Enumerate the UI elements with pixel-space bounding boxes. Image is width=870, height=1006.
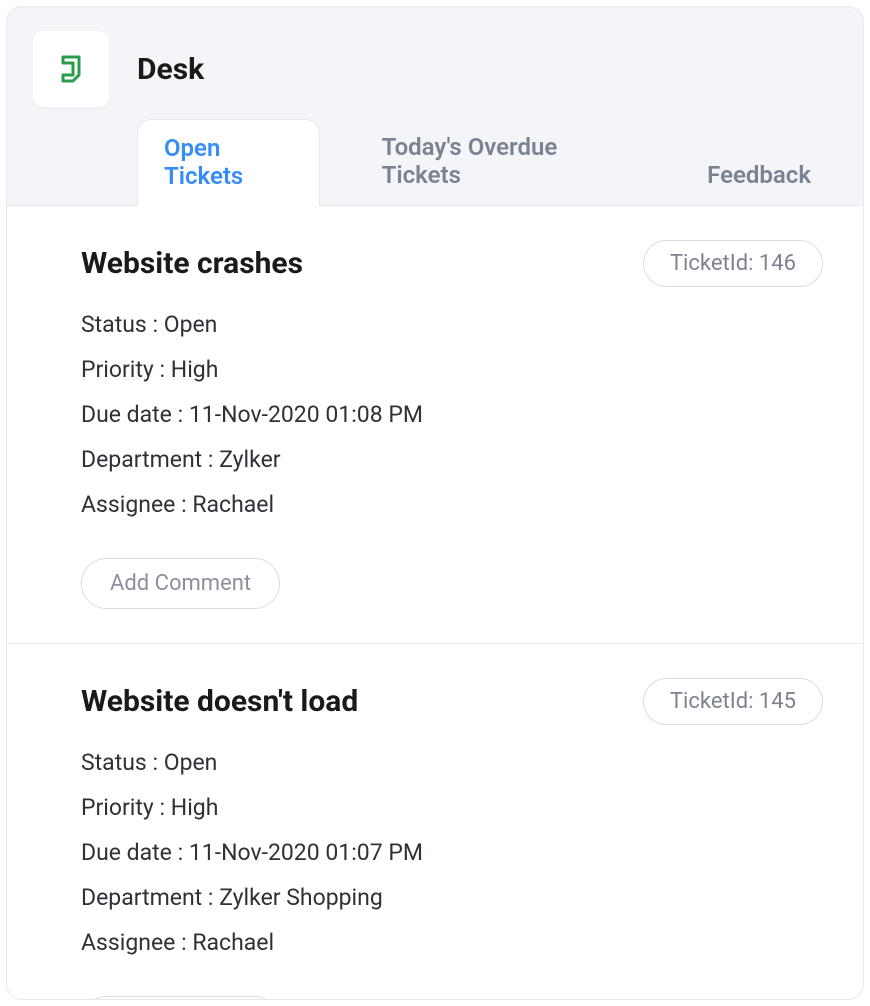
ticket-id-prefix: TicketId	[670, 251, 748, 276]
ticket-title: Website doesn't load	[81, 684, 358, 719]
ticket-priority: Priority : High	[81, 794, 823, 821]
ticket-department: Department : Zylker	[81, 446, 823, 473]
ticket-assignee: Assignee : Rachael	[81, 491, 823, 518]
ticket-id-badge: TicketId: 145	[643, 678, 823, 725]
tab-feedback[interactable]: Feedback	[681, 147, 837, 205]
ticket-assignee: Assignee : Rachael	[81, 929, 823, 956]
ticket-item: Website doesn't load TicketId: 145 Statu…	[7, 643, 863, 1000]
ticket-priority: Priority : High	[81, 356, 823, 383]
ticket-title: Website crashes	[81, 246, 303, 281]
tabs: Open Tickets Today's Overdue Tickets Fee…	[33, 119, 837, 205]
ticket-id-value: 146	[759, 251, 796, 276]
desk-logo-icon	[53, 51, 89, 87]
ticket-department: Department : Zylker Shopping	[81, 884, 823, 911]
ticket-id-badge: TicketId: 146	[643, 240, 823, 287]
ticket-item: Website crashes TicketId: 146 Status : O…	[7, 206, 863, 643]
ticket-due-date: Due date : 11-Nov-2020 01:07 PM	[81, 839, 823, 866]
desk-widget: Desk Open Tickets Today's Overdue Ticket…	[6, 6, 864, 1000]
widget-header: Desk Open Tickets Today's Overdue Ticket…	[7, 7, 863, 206]
header-top: Desk	[33, 31, 837, 107]
tab-open-tickets[interactable]: Open Tickets	[137, 119, 320, 206]
app-title: Desk	[137, 52, 204, 87]
ticket-head: Website doesn't load TicketId: 145	[81, 678, 823, 725]
ticket-id-prefix: TicketId	[670, 689, 748, 714]
tab-overdue-tickets[interactable]: Today's Overdue Tickets	[356, 119, 645, 205]
ticket-id-value: 145	[759, 689, 796, 714]
ticket-due-date: Due date : 11-Nov-2020 01:08 PM	[81, 401, 823, 428]
app-logo	[33, 31, 109, 107]
ticket-status: Status : Open	[81, 311, 823, 338]
add-comment-button[interactable]: Add Comment	[81, 558, 280, 609]
ticket-list: Website crashes TicketId: 146 Status : O…	[7, 206, 863, 1000]
add-comment-button[interactable]: Add Comment	[81, 996, 280, 1000]
ticket-status: Status : Open	[81, 749, 823, 776]
ticket-head: Website crashes TicketId: 146	[81, 240, 823, 287]
